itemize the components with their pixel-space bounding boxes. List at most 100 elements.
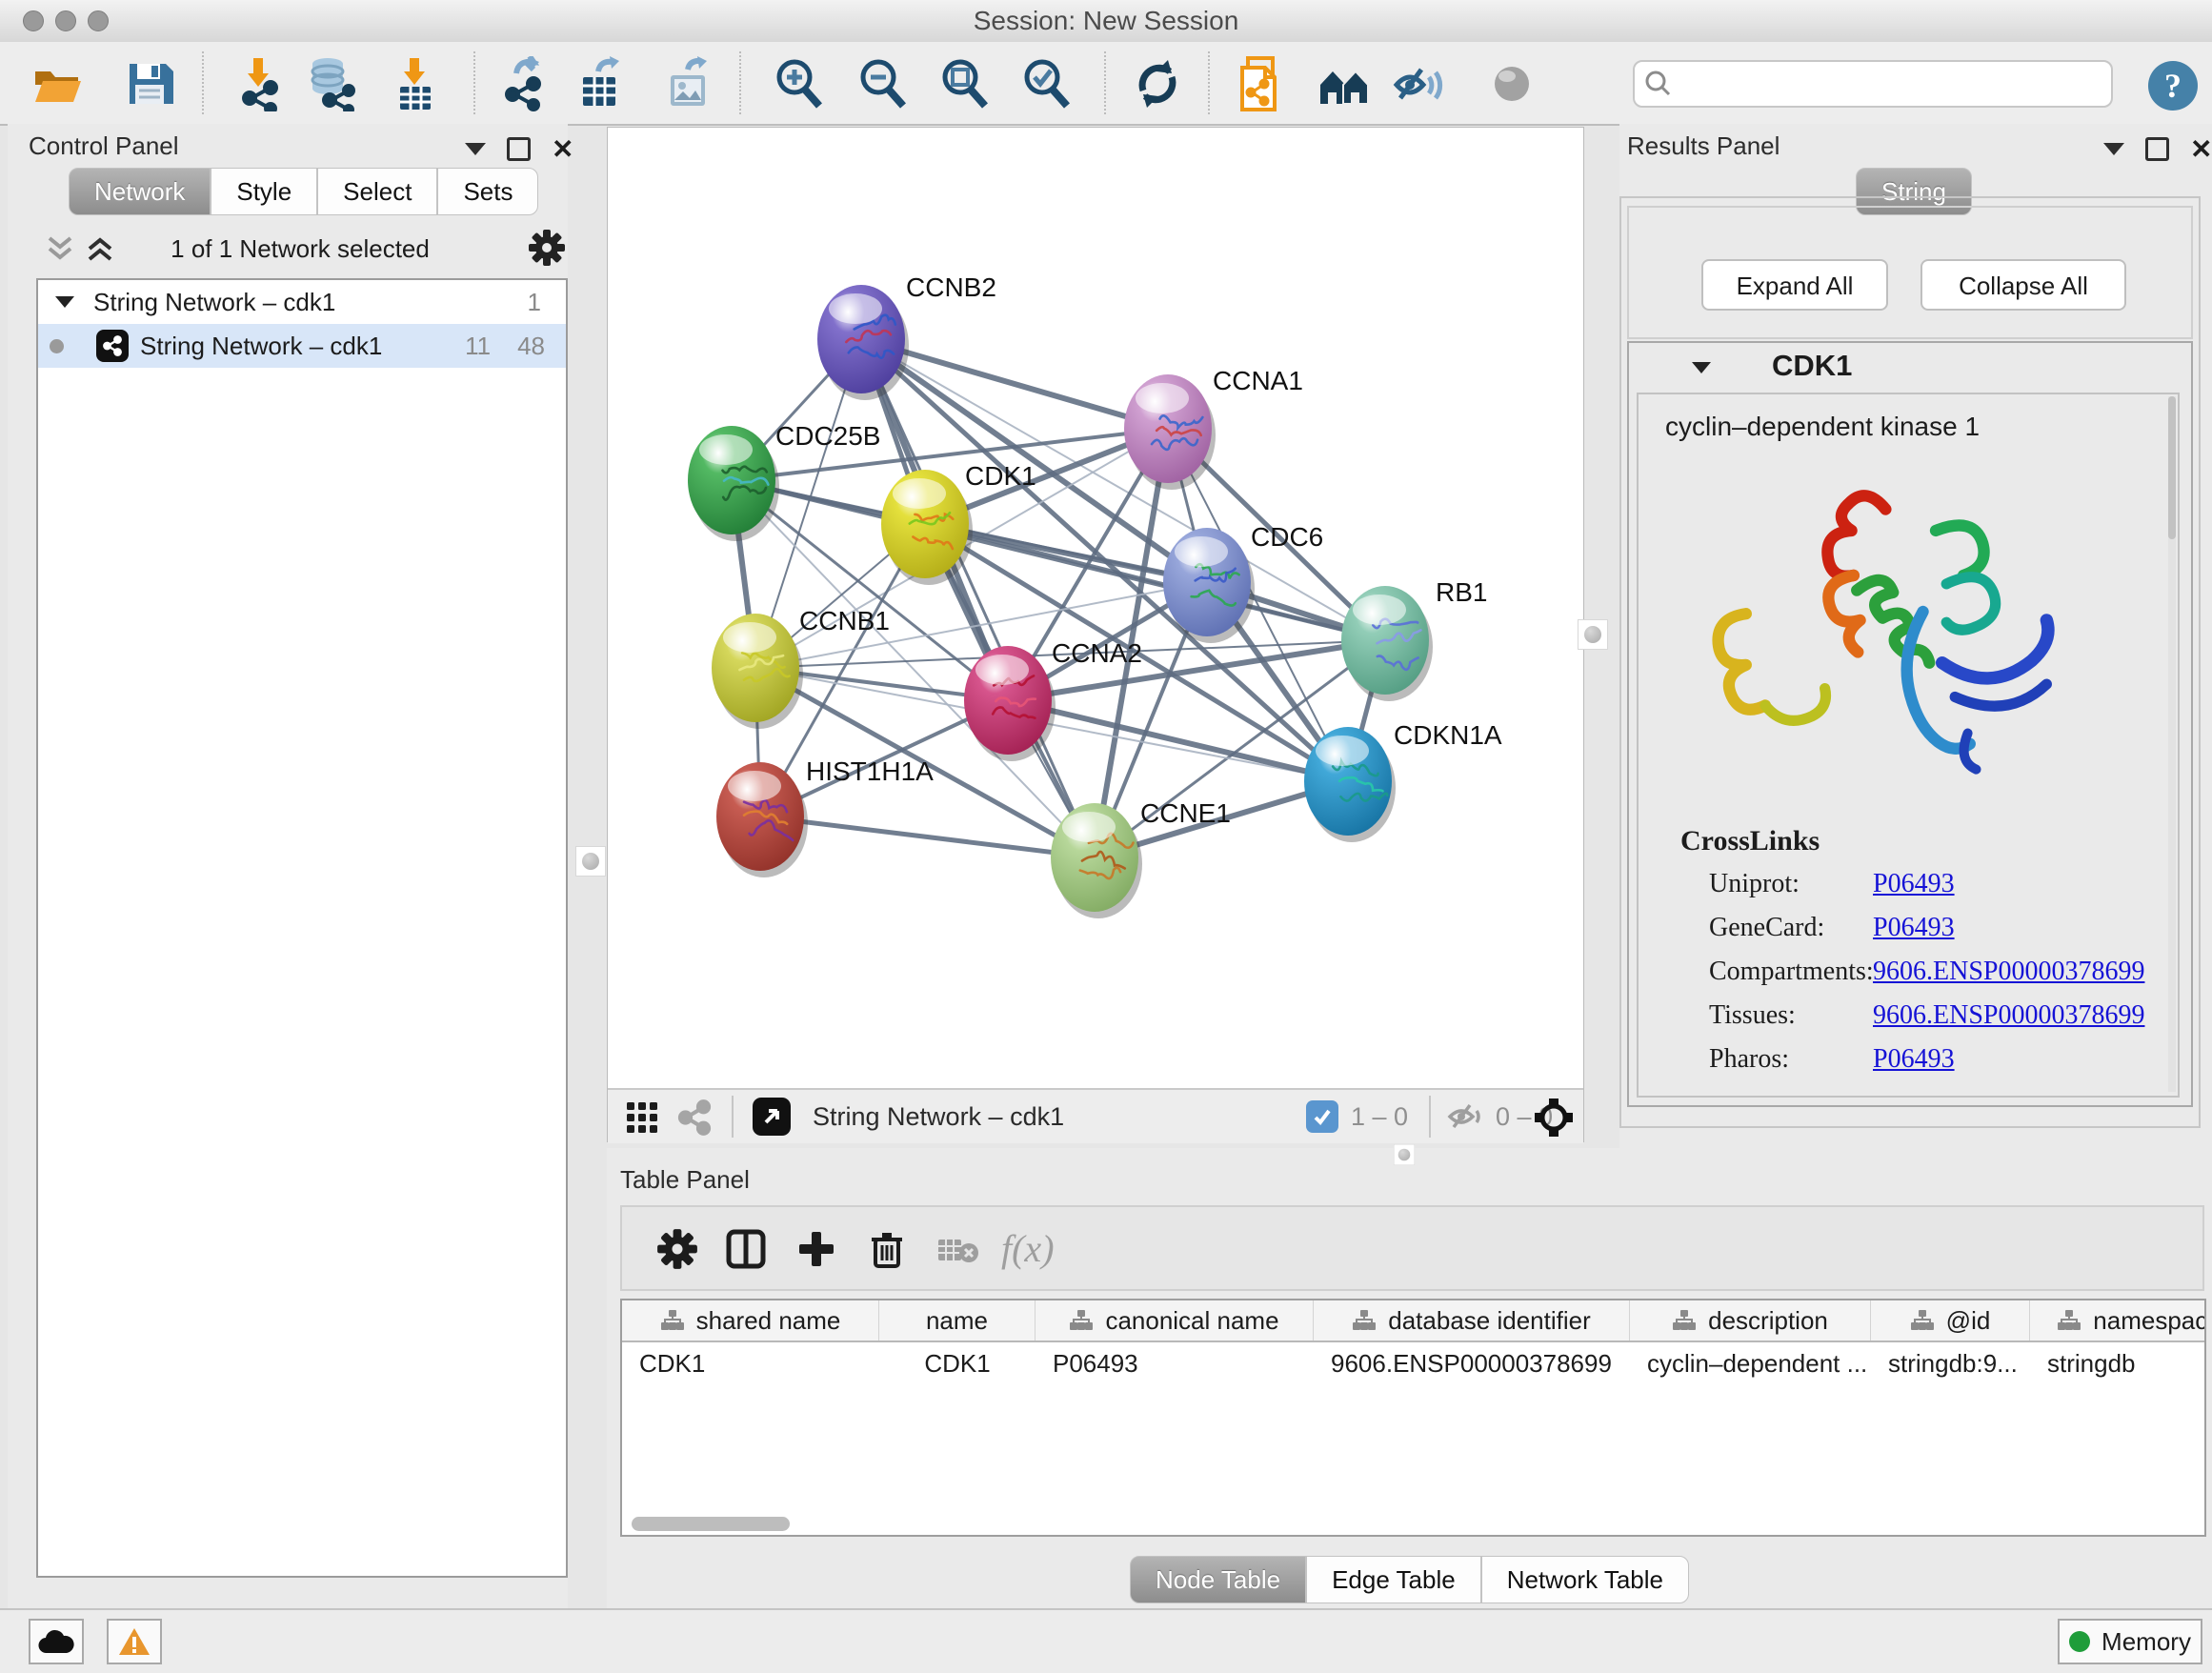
float-panel-icon[interactable] — [2145, 137, 2169, 161]
zoom-in-icon[interactable] — [772, 56, 827, 111]
network-collection-row[interactable]: String Network – cdk1 1 — [38, 280, 566, 324]
panel-menu-icon[interactable] — [465, 143, 486, 155]
table-cell[interactable]: 9606.ENSP00000378699 — [1314, 1349, 1630, 1379]
column-header-shared-name[interactable]: shared name — [622, 1300, 879, 1340]
results-scrollbar-thumb[interactable] — [2168, 396, 2176, 539]
panel-menu-icon[interactable] — [2103, 143, 2124, 155]
column-header--id[interactable]: @id — [1871, 1300, 2030, 1340]
network-node-cdkn1a[interactable]: CDKN1A — [1304, 720, 1502, 842]
crosslink-label: Uniprot: — [1709, 869, 1800, 898]
column-header-canonical-name[interactable]: canonical name — [1036, 1300, 1314, 1340]
memory-button[interactable]: Memory — [2058, 1619, 2202, 1664]
network-edge[interactable] — [760, 816, 1095, 857]
grid-view-icon[interactable] — [625, 1100, 659, 1135]
show-all-icon[interactable] — [1484, 56, 1539, 111]
hide-selected-icon[interactable] — [1391, 56, 1446, 111]
crosslink-link[interactable]: P06493 — [1873, 1044, 1955, 1075]
search-field[interactable] — [1633, 60, 2113, 108]
network-edge-count: 48 — [517, 332, 545, 361]
network-node-ccne1[interactable]: CCNE1 — [1051, 798, 1231, 918]
table-cell[interactable]: CDK1 — [879, 1349, 1036, 1379]
zoom-fit-icon[interactable] — [937, 56, 993, 111]
table-cell[interactable]: stringdb — [2030, 1349, 2206, 1379]
add-column-icon[interactable] — [795, 1228, 837, 1270]
zoom-selected-icon[interactable] — [1019, 56, 1075, 111]
network-canvas[interactable]: CCNB2CCNA1CDC25BCDK1CDC6RB1CCNB1CCNA2CDK… — [608, 128, 1583, 1088]
close-panel-icon[interactable]: ✕ — [552, 140, 573, 159]
export-table-icon[interactable] — [573, 56, 629, 111]
expand-all-button[interactable]: Expand All — [1701, 259, 1888, 311]
network-row-selected[interactable]: String Network – cdk1 11 48 — [38, 324, 566, 368]
export-network-icon[interactable] — [497, 56, 553, 111]
zoom-window-icon[interactable] — [88, 10, 109, 31]
show-columns-icon[interactable] — [725, 1228, 767, 1270]
delete-column-trash-icon[interactable] — [866, 1228, 908, 1270]
splitter-handle[interactable] — [1394, 1144, 1415, 1165]
network-node-cdc6[interactable]: CDC6 — [1163, 522, 1323, 643]
network-node-ccnb1[interactable]: CCNB1 — [712, 606, 890, 729]
new-network-from-selection-icon[interactable] — [1235, 56, 1290, 111]
column-header-database-identifier[interactable]: database identifier — [1314, 1300, 1630, 1340]
toolbar-separator — [202, 51, 204, 114]
crosslink-link[interactable]: 9606.ENSP00000378699 — [1873, 957, 2144, 987]
column-header-namespace[interactable]: namespace — [2030, 1300, 2206, 1340]
gear-icon[interactable] — [528, 229, 566, 267]
network-node-cdk1[interactable]: CDK1 — [881, 461, 1036, 585]
minimize-window-icon[interactable] — [55, 10, 76, 31]
table-cell[interactable]: P06493 — [1036, 1349, 1314, 1379]
tab-select[interactable]: Select — [317, 168, 437, 215]
node-label: CDK1 — [965, 461, 1036, 491]
close-window-icon[interactable] — [23, 10, 44, 31]
column-header-description[interactable]: description — [1630, 1300, 1871, 1340]
tab-node-table[interactable]: Node Table — [1130, 1556, 1306, 1603]
string-results-container: Expand All Collapse All CDK1 cyclin–depe… — [1619, 196, 2201, 1128]
import-network-database-icon[interactable] — [303, 56, 358, 111]
collapse-entry-icon[interactable] — [1692, 362, 1711, 373]
cloud-button[interactable] — [29, 1619, 84, 1664]
tab-network[interactable]: Network — [69, 168, 211, 215]
table-cell[interactable]: cyclin–dependent ... — [1630, 1349, 1871, 1379]
collapse-tree-icon[interactable] — [55, 296, 74, 308]
splitter-handle[interactable] — [575, 846, 606, 877]
node-label: RB1 — [1436, 577, 1487, 607]
export-image-icon[interactable] — [661, 56, 716, 111]
network-node-hist1h1a[interactable]: HIST1H1A — [716, 756, 934, 877]
open-session-icon[interactable] — [30, 56, 85, 111]
protein-structure-image — [1667, 454, 2115, 806]
table-cell[interactable]: stringdb:9... — [1871, 1349, 2030, 1379]
tab-sets[interactable]: Sets — [437, 168, 538, 215]
search-input[interactable] — [1682, 70, 2111, 99]
splitter-handle[interactable] — [1578, 619, 1608, 650]
delete-table-icon — [936, 1234, 980, 1266]
table-settings-gear-icon[interactable] — [656, 1228, 698, 1270]
zoom-out-icon[interactable] — [855, 56, 911, 111]
apply-layout-icon[interactable] — [1130, 56, 1185, 111]
import-table-icon[interactable] — [387, 56, 442, 111]
crosslink-link[interactable]: 9606.ENSP00000378699 — [1873, 1000, 2144, 1031]
birdseye-view-icon[interactable] — [753, 1098, 791, 1136]
save-session-icon[interactable] — [122, 56, 177, 111]
network-node-count: 11 — [465, 332, 491, 361]
tab-edge-table[interactable]: Edge Table — [1306, 1556, 1481, 1603]
float-panel-icon[interactable] — [507, 137, 531, 161]
import-network-icon[interactable] — [231, 56, 286, 111]
share-view-icon[interactable] — [676, 1099, 713, 1136]
expand-collapse-box: Expand All Collapse All — [1627, 206, 2193, 339]
warnings-button[interactable] — [107, 1619, 162, 1664]
selected-checkbox-icon[interactable] — [1306, 1100, 1338, 1133]
table-cell[interactable]: CDK1 — [622, 1349, 879, 1379]
crosslink-link[interactable]: P06493 — [1873, 913, 1955, 943]
crosslink-link[interactable]: P06493 — [1873, 869, 1955, 899]
tab-style[interactable]: Style — [211, 168, 317, 215]
close-panel-icon[interactable]: ✕ — [2190, 140, 2212, 159]
table-row[interactable]: CDK1CDK1P064939606.ENSP00000378699cyclin… — [622, 1342, 2204, 1384]
help-icon[interactable]: ? — [2145, 58, 2201, 113]
network-node-rb1[interactable]: RB1 — [1341, 577, 1487, 701]
crosslink-row: Uniprot:P06493 — [1709, 869, 1800, 899]
collapse-all-button[interactable]: Collapse All — [1920, 259, 2126, 311]
column-header-name[interactable]: name — [879, 1300, 1036, 1340]
houses-icon[interactable] — [1317, 56, 1372, 111]
table-hscrollbar[interactable] — [632, 1517, 790, 1531]
tab-network-table[interactable]: Network Table — [1481, 1556, 1689, 1603]
crosshair-move-icon[interactable] — [1534, 1098, 1574, 1138]
